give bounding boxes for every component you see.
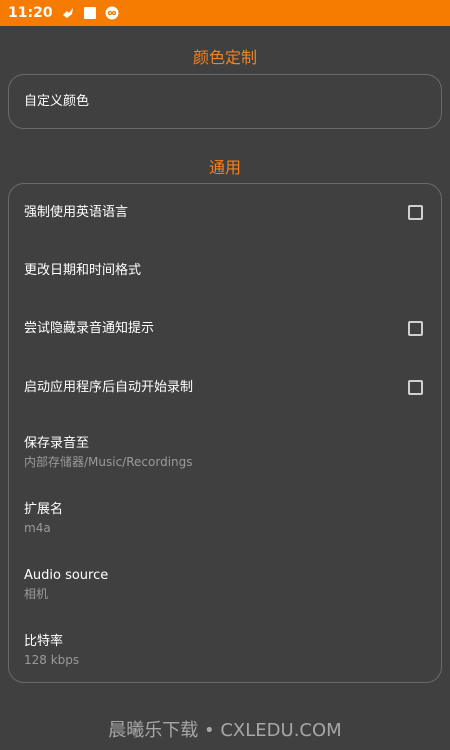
notification-bird-icon [61,6,75,20]
force-english-checkbox[interactable] [408,205,423,220]
hide-notification-item[interactable]: 尝试隐藏录音通知提示 [24,320,423,340]
custom-color-label: 自定义颜色 [24,94,90,109]
section-title-general: 通用 [208,158,241,177]
audio-source-item[interactable]: Audio source 相机 [24,567,423,602]
bitrate-label: 比特率 [24,634,64,649]
extension-label: 扩展名 [24,502,64,517]
status-time: 11:20 [8,5,53,21]
save-location-item[interactable]: 保存录音至 内部存储器/Music/Recordings [24,435,423,470]
extension-item[interactable]: 扩展名 m4a [24,501,423,536]
white-square-icon [83,6,97,20]
auto-record-label: 启动应用程序后自动开始录制 [24,380,194,395]
extension-value: m4a [24,521,51,535]
custom-color-item[interactable]: 自定义颜色 [24,93,423,111]
force-english-item[interactable]: 强制使用英语语言 [24,204,423,224]
section-title-color-customization: 颜色定制 [192,48,257,67]
save-location-value: 内部存储器/Music/Recordings [24,455,193,469]
save-location-label: 保存录音至 [24,436,90,451]
color-customization-card: 自定义颜色 [8,74,442,129]
bitrate-item[interactable]: 比特率 128 kbps [24,633,423,668]
force-english-label: 强制使用英语语言 [24,205,129,220]
status-bar: 11:20 [0,0,450,26]
bitrate-value: 128 kbps [24,653,80,667]
general-settings-card: 强制使用英语语言 更改日期和时间格式 尝试隐藏录音通知提示 启动应用程序后自动开… [8,183,442,683]
audio-source-value: 相机 [24,587,49,601]
date-time-format-item[interactable]: 更改日期和时间格式 [24,262,423,280]
audio-source-label: Audio source [24,568,109,583]
watermark: 晨曦乐下载 • CXLEDU.COM [108,720,342,741]
date-time-format-label: 更改日期和时间格式 [24,263,142,278]
hide-notification-checkbox[interactable] [408,321,423,336]
auto-record-item[interactable]: 启动应用程序后自动开始录制 [24,379,423,399]
auto-record-checkbox[interactable] [408,380,423,395]
infinity-badge-icon [105,6,119,20]
hide-notification-label: 尝试隐藏录音通知提示 [24,321,155,336]
